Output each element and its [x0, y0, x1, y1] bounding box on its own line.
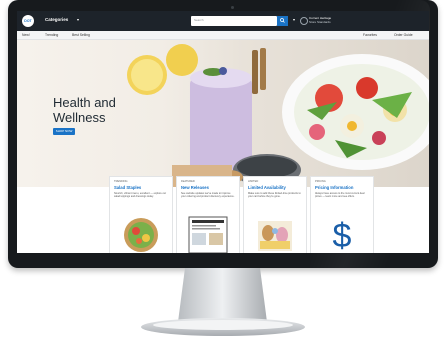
easter-basket-icon [258, 221, 292, 251]
nav-item-order-guide[interactable]: Order Guide [394, 33, 413, 37]
card-salad-staples[interactable]: TRENDING Salad Staples Nourish, vibrant … [109, 176, 173, 253]
card-pricing-information[interactable]: PRICING Pricing Information Always have … [310, 176, 374, 253]
search-button[interactable] [277, 16, 288, 26]
search-icon [280, 18, 285, 23]
card-description: Make sure to add these limited-time prod… [248, 192, 301, 199]
card-tag: PRICING [315, 180, 326, 183]
card-tag: LIMITED [248, 180, 259, 183]
search-placeholder: Search [194, 18, 204, 22]
card-description: Always have access to the most current d… [315, 192, 365, 199]
monitor-base [141, 318, 305, 336]
card-description: See website updates we've made to improv… [181, 192, 235, 199]
webcam [231, 6, 234, 9]
nav-item-trending[interactable]: Trending [45, 33, 58, 37]
promo-cards: TRENDING Salad Staples Nourish, vibrant … [109, 176, 374, 253]
svg-text:$: $ [333, 217, 352, 253]
dollar-sign-icon: $ [333, 217, 352, 253]
card-title[interactable]: Salad Staples [114, 185, 141, 190]
card-title[interactable]: Pricing Information [315, 185, 353, 190]
categories-menu[interactable]: Categories [45, 17, 68, 22]
card-title[interactable]: New Releases [181, 185, 209, 190]
hero-title: Health and Wellness [53, 95, 116, 125]
customer-store: Store Standards [309, 20, 331, 24]
top-bar: DOT Categories ▾ Search ▾ Current Herita… [17, 11, 429, 31]
document-icon [188, 216, 228, 253]
account-icon[interactable] [300, 17, 308, 25]
card-title[interactable]: Limited Availability [248, 185, 286, 190]
nav-item-best-selling[interactable]: Best Selling [72, 33, 90, 37]
chevron-down-icon[interactable]: ▾ [77, 17, 79, 22]
search-input[interactable]: Search [191, 16, 277, 26]
hero-banner: Health and Wellness SHOP NOW [17, 40, 429, 187]
card-tag: FEATURED [181, 180, 195, 183]
monitor-stand [178, 268, 267, 322]
nav-item-new[interactable]: New! [22, 33, 30, 37]
shop-now-button[interactable]: SHOP NOW [53, 128, 75, 135]
brand-logo[interactable]: DOT [22, 15, 34, 27]
card-new-releases[interactable]: FEATURED New Releases See website update… [176, 176, 240, 253]
chevron-down-icon[interactable]: ▾ [293, 17, 295, 22]
salad-bowl-icon [124, 218, 158, 252]
nav-item-favorites[interactable]: Favorites [363, 33, 377, 37]
card-tag: TRENDING [114, 180, 128, 183]
card-limited-availability[interactable]: LIMITED Limited Availability Make sure t… [243, 176, 307, 253]
nav-bar: New! Trending Best Selling Favorites Ord… [17, 31, 429, 40]
monitor-screen: DOT Categories ▾ Search ▾ Current Herita… [17, 11, 429, 253]
card-description: Nourish, vibrant menu, excellent — explo… [114, 192, 167, 199]
